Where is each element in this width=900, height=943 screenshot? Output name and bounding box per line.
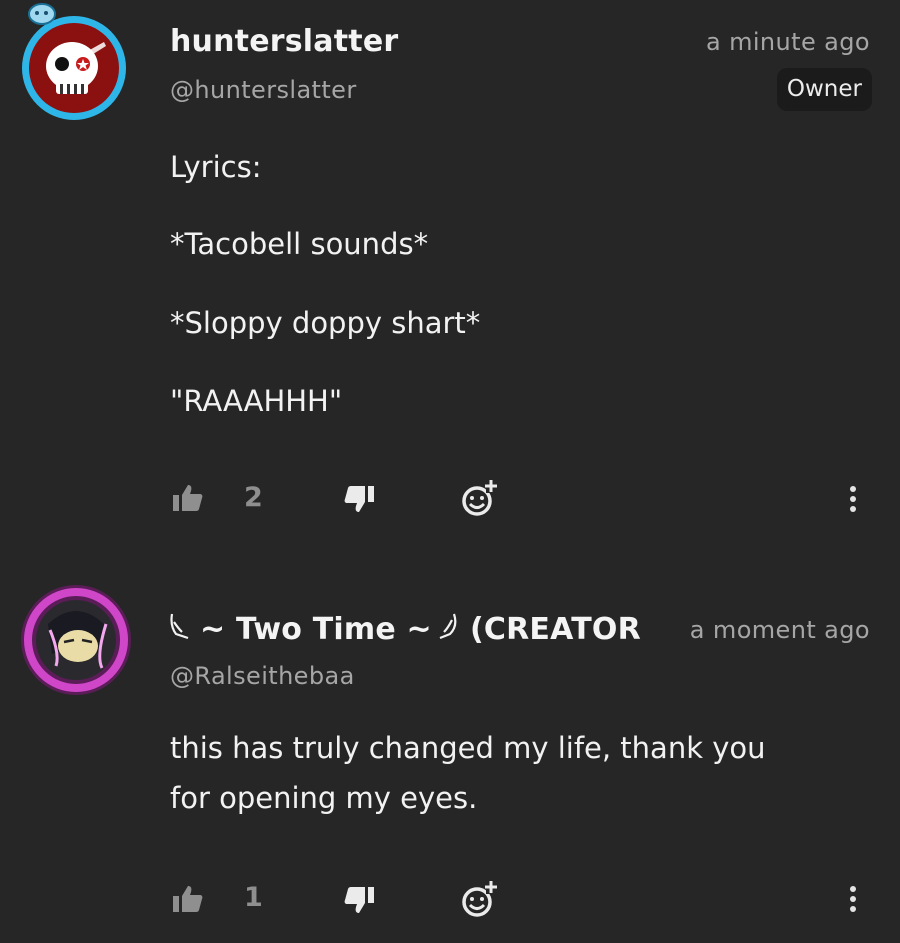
jellyfish-decoration-icon <box>28 3 56 25</box>
more-options-button[interactable] <box>848 486 858 516</box>
comment-text-line: *Sloppy doppy shart* <box>170 306 481 340</box>
thumbs-up-icon <box>173 485 203 511</box>
more-options-icon <box>850 486 856 492</box>
add-reaction-button[interactable] <box>460 879 498 919</box>
user-handle[interactable]: @hunterslatter <box>170 76 357 104</box>
owner-badge: Owner <box>776 68 872 111</box>
comment-text-line: "RAAAHHH" <box>170 384 343 418</box>
timestamp: a minute ago <box>705 28 870 56</box>
username[interactable]: ~ Two Time ~ <box>200 612 432 647</box>
username-suffix[interactable]: (CREATOR <box>470 612 650 647</box>
more-options-button[interactable] <box>848 886 858 916</box>
comment-text-line: *Tacobell sounds* <box>170 227 429 261</box>
feather-right-icon <box>439 613 457 640</box>
thumbs-down-icon <box>344 887 374 913</box>
add-reaction-icon <box>462 479 497 516</box>
timestamp: a moment ago <box>689 616 870 644</box>
comment-text-line: for opening my eyes. <box>170 781 478 815</box>
comment-text-line: Lyrics: <box>170 150 262 184</box>
add-reaction-button[interactable] <box>460 478 498 518</box>
like-button[interactable] <box>172 884 204 914</box>
comment-2: ~ Two Time ~ (CREATOR a moment ago @Rals… <box>0 540 900 943</box>
avatar[interactable] <box>20 584 132 696</box>
dislike-button[interactable] <box>343 885 375 915</box>
more-options-icon <box>850 886 856 892</box>
user-handle[interactable]: @Ralseithebaa <box>170 662 355 690</box>
thumbs-up-icon <box>173 886 203 912</box>
username-text: ~ Two Time ~ <box>200 612 432 647</box>
username[interactable]: hunterslatter <box>170 24 398 59</box>
dislike-button[interactable] <box>343 484 375 514</box>
comment-text-line: this has truly changed my life, thank yo… <box>170 731 766 765</box>
skull-avatar-icon <box>22 16 126 120</box>
like-count: 2 <box>244 482 263 513</box>
comment-1: hunterslatter @hunterslatter a minute ag… <box>0 0 900 540</box>
thumbs-down-icon <box>344 486 374 512</box>
avatar[interactable] <box>20 14 128 122</box>
character-avatar-icon <box>21 585 131 695</box>
like-count: 1 <box>244 882 263 913</box>
like-button[interactable] <box>172 483 204 513</box>
feather-left-icon <box>170 613 189 640</box>
add-reaction-icon <box>462 880 497 917</box>
